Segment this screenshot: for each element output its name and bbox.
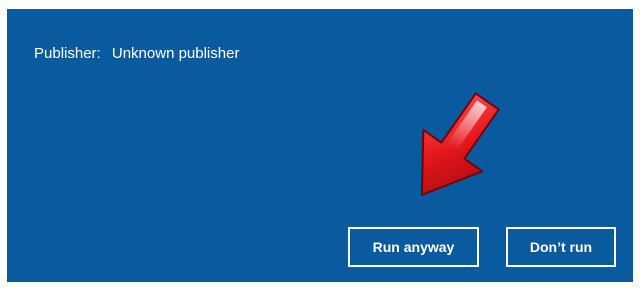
publisher-label: Publisher:: [34, 45, 101, 62]
smartscreen-dialog: Publisher: Unknown publisher Run anyway …: [7, 9, 633, 282]
dont-run-button[interactable]: Don’t run: [506, 227, 616, 267]
publisher-row: Publisher: Unknown publisher: [34, 45, 239, 62]
run-anyway-button[interactable]: Run anyway: [348, 227, 479, 267]
publisher-value: Unknown publisher: [111, 45, 240, 62]
red-arrow-icon: [420, 92, 500, 196]
screenshot-frame: Publisher: Unknown publisher Run anyway …: [0, 0, 641, 290]
